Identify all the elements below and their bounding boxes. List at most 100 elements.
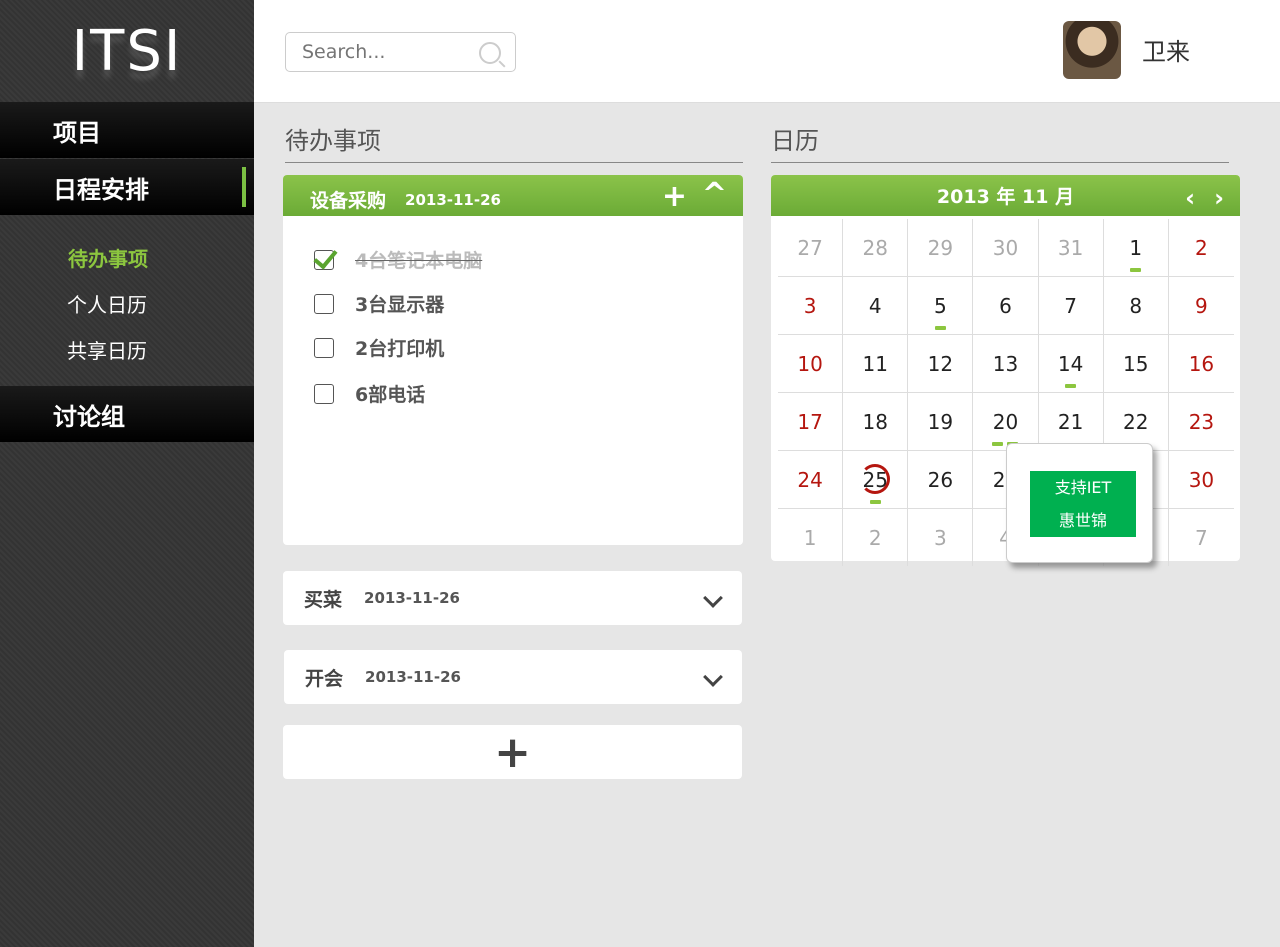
calendar-day-number: 4: [868, 293, 882, 318]
calendar-day[interactable]: 5: [908, 277, 974, 334]
todo-label: 4台笔记本电脑: [355, 250, 483, 272]
todo-list-header[interactable]: 设备采购 2013-11-26 + ^: [283, 175, 743, 216]
todo-checkbox[interactable]: [314, 337, 334, 358]
todo-checkbox[interactable]: [314, 383, 334, 404]
calendar-day[interactable]: 17: [778, 393, 844, 450]
top-header: 卫来: [254, 0, 1280, 103]
prev-month-icon[interactable]: ‹: [1185, 184, 1195, 212]
calendar-week: 10 11 12 13 14 15 16: [778, 335, 1234, 393]
calendar-day[interactable]: 3: [778, 277, 844, 334]
calendar-day[interactable]: 11: [843, 335, 909, 392]
calendar-week: 3 4 5 6 7 8 9: [778, 277, 1234, 335]
calendar-day[interactable]: 28: [843, 219, 909, 276]
popup-event-owner: 惠世锦: [1058, 511, 1107, 530]
subnav-todos[interactable]: 待办事项: [0, 234, 254, 280]
next-month-icon[interactable]: ›: [1214, 184, 1224, 212]
todo-list-date: 2013-11-26: [365, 668, 461, 686]
chevron-down-icon[interactable]: [703, 667, 723, 687]
calendar-day[interactable]: 14: [1039, 335, 1104, 392]
calendar-day-number: 22: [1123, 409, 1149, 434]
calendar-day[interactable]: 8: [1104, 277, 1169, 334]
calendar-day[interactable]: 7: [1169, 509, 1234, 566]
todo-list-card-collapsed[interactable]: 买菜 2013-11-26: [283, 571, 742, 625]
subnav-personal-calendar[interactable]: 个人日历: [0, 280, 254, 326]
calendar-day-number: 30: [1188, 467, 1215, 492]
calendar-day[interactable]: 12: [908, 335, 974, 392]
sidebar: ITSI 项目 日程安排 待办事项 个人日历 共享日历 讨论组: [0, 0, 254, 947]
calendar-day[interactable]: 20: [973, 393, 1039, 450]
calendar-day[interactable]: 3: [908, 509, 974, 566]
calendar-day[interactable]: 4: [843, 277, 909, 334]
calendar-day-number: 11: [862, 351, 888, 376]
chevron-up-icon[interactable]: ^: [702, 177, 727, 212]
todo-list-date: 2013-11-26: [364, 589, 460, 607]
calendar-day[interactable]: 15: [1104, 335, 1169, 392]
calendar-day-number: 27: [797, 235, 823, 260]
calendar-day[interactable]: 31: [1039, 219, 1104, 276]
calendar-day[interactable]: 23: [1169, 393, 1234, 450]
calendar-day-number: 18: [862, 409, 888, 434]
todo-checkbox[interactable]: [314, 249, 334, 270]
calendar-day[interactable]: 22: [1104, 393, 1169, 450]
calendar-day[interactable]: 1: [778, 509, 844, 566]
username[interactable]: 卫来: [1142, 32, 1190, 67]
todo-item: 6部电话: [314, 380, 425, 407]
calendar-day[interactable]: 6: [973, 277, 1039, 334]
todo-label: 3台显示器: [355, 294, 445, 316]
calendar-day[interactable]: 16: [1169, 335, 1234, 392]
calendar-day[interactable]: 2: [843, 509, 909, 566]
calendar-day[interactable]: 29: [908, 219, 974, 276]
calendar-day[interactable]: 10: [778, 335, 844, 392]
calendar-day-number: 14: [1057, 351, 1084, 376]
calendar-day[interactable]: 25: [843, 451, 909, 508]
schedule-subnav: 待办事项 个人日历 共享日历: [0, 216, 254, 386]
app-logo[interactable]: ITSI: [0, 0, 254, 102]
popup-event[interactable]: 支持IET 惠世锦: [1030, 471, 1136, 537]
event-marker[interactable]: [934, 326, 946, 330]
calendar-day-number: 8: [1129, 293, 1143, 318]
todo-list-card-collapsed[interactable]: 开会 2013-11-26: [284, 650, 742, 704]
calendar-day[interactable]: 9: [1169, 277, 1234, 334]
calendar-day[interactable]: 13: [973, 335, 1039, 392]
calendar-day[interactable]: 30: [1169, 451, 1234, 508]
search-icon[interactable]: [479, 42, 501, 64]
search-input[interactable]: [286, 33, 476, 71]
calendar-week: 17 18 19 20 21 22 23: [778, 393, 1234, 451]
calendar-day[interactable]: 1: [1104, 219, 1169, 276]
calendar-day-number: 15: [1123, 351, 1149, 376]
calendar-day[interactable]: 2: [1169, 219, 1234, 276]
todo-label: 6部电话: [355, 384, 426, 406]
todo-list-title: 设备采购: [310, 190, 387, 212]
add-item-icon[interactable]: +: [662, 179, 687, 214]
event-marker[interactable]: [869, 500, 881, 504]
subnav-shared-calendar[interactable]: 共享日历: [0, 326, 254, 372]
calendar-day[interactable]: 26: [908, 451, 974, 508]
add-todo-list-button[interactable]: +: [283, 725, 742, 779]
calendar-day-number: 26: [927, 467, 954, 492]
calendar-day-number: 7: [1064, 293, 1077, 318]
nav-projects[interactable]: 项目: [0, 102, 254, 158]
calendar-day[interactable]: 24: [778, 451, 844, 508]
event-marker[interactable]: [992, 442, 1004, 446]
calendar-day[interactable]: 21: [1039, 393, 1104, 450]
todo-list-card: 设备采购 2013-11-26 + ^ 4台笔记本电脑 3台显示器 2台打印机 …: [283, 175, 743, 545]
chevron-down-icon[interactable]: [703, 588, 723, 608]
calendar-day-number: 5: [933, 293, 947, 318]
nav-schedule[interactable]: 日程安排: [0, 159, 254, 215]
avatar[interactable]: [1063, 21, 1121, 79]
calendar-day[interactable]: 19: [908, 393, 974, 450]
calendar-day[interactable]: 18: [843, 393, 909, 450]
calendar-day[interactable]: 27: [778, 219, 844, 276]
calendar-day-number: 7: [1195, 525, 1208, 550]
calendar-day[interactable]: 7: [1039, 277, 1104, 334]
todo-checkbox[interactable]: [314, 293, 334, 314]
todo-list-title: 开会: [305, 667, 344, 690]
event-marker[interactable]: [1065, 384, 1077, 388]
event-marker[interactable]: [1130, 268, 1142, 272]
nav-discussion[interactable]: 讨论组: [0, 386, 254, 442]
todo-item: 2台打印机: [314, 334, 444, 361]
calendar-day-number: 19: [927, 409, 954, 434]
calendar-day[interactable]: 30: [973, 219, 1039, 276]
calendar-day-number: 13: [992, 351, 1019, 376]
event-indicators: [934, 326, 946, 330]
